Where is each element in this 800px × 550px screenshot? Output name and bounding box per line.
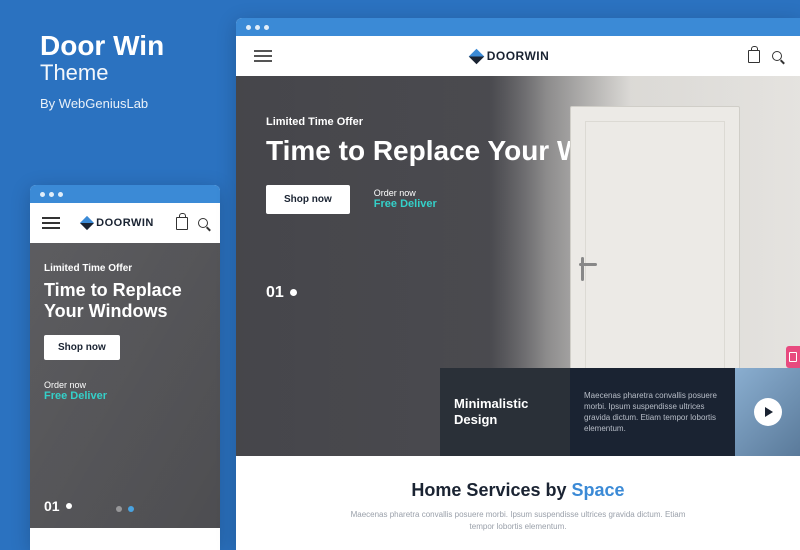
order-label: Order now (374, 188, 437, 198)
feature-title: Minimalistic Design (440, 368, 570, 456)
free-deliver-label: Free Deliver (374, 198, 437, 210)
desktop-preview: DOORWIN Limited Time Offer Time to Repla… (236, 18, 800, 550)
counter-dot-icon (66, 503, 72, 509)
door-handle-icon (581, 257, 584, 281)
window-dot (40, 192, 45, 197)
search-icon[interactable] (198, 218, 208, 228)
window-dot (58, 192, 63, 197)
desktop-hero: Limited Time Offer Time to Replace Your … (236, 76, 800, 456)
shop-now-button[interactable]: Shop now (266, 185, 350, 214)
window-dot (246, 25, 251, 30)
logo-mark-icon (468, 48, 484, 64)
logo[interactable]: DOORWIN (471, 49, 550, 63)
feature-strip: Minimalistic Design Maecenas pharetra co… (440, 368, 800, 456)
feature-video-thumb[interactable] (735, 368, 800, 456)
slide-counter: 01 (44, 498, 72, 514)
hamburger-icon[interactable] (42, 214, 60, 232)
offer-label: Limited Time Offer (44, 263, 206, 274)
play-icon[interactable] (754, 398, 782, 426)
bag-icon[interactable] (748, 50, 760, 63)
side-badge-icon[interactable] (786, 346, 800, 368)
theme-subtitle: Theme (40, 60, 164, 86)
slider-dots (116, 506, 134, 512)
mobile-hero: Limited Time Offer Time to Replace Your … (30, 243, 220, 528)
services-subtext: Maecenas pharetra convallis posuere morb… (338, 509, 698, 533)
bag-icon[interactable] (176, 217, 188, 230)
services-heading-accent: Space (572, 480, 625, 500)
desktop-browser-bar (236, 18, 800, 36)
logo-mark-icon (80, 216, 94, 230)
counter-number: 01 (266, 284, 284, 302)
desktop-header-actions (748, 50, 782, 63)
search-icon[interactable] (772, 51, 782, 61)
mobile-header-actions (176, 217, 208, 230)
order-label: Order now (44, 380, 206, 390)
services-heading: Home Services by Space (276, 480, 760, 501)
counter-number: 01 (44, 498, 60, 514)
hero-headline: Time to Replace Your Windows (44, 280, 206, 321)
theme-author: By WebGeniusLab (40, 96, 164, 111)
theme-info: Door Win Theme By WebGeniusLab (40, 30, 164, 111)
order-block: Order now Free Deliver (374, 188, 437, 210)
free-deliver-label: Free Deliver (44, 390, 206, 402)
window-dot (49, 192, 54, 197)
theme-title: Door Win (40, 30, 164, 62)
mobile-browser-bar (30, 185, 220, 203)
logo-text: DOORWIN (96, 217, 154, 229)
window-dot (264, 25, 269, 30)
hamburger-icon[interactable] (254, 47, 272, 65)
services-heading-a: Home Services by (411, 480, 571, 500)
desktop-header: DOORWIN (236, 36, 800, 76)
feature-description: Maecenas pharetra convallis posuere morb… (570, 368, 735, 456)
mobile-header: DOORWIN (30, 203, 220, 243)
logo[interactable]: DOORWIN (82, 217, 154, 229)
slider-dot-active[interactable] (128, 506, 134, 512)
slider-dot[interactable] (116, 506, 122, 512)
window-dot (255, 25, 260, 30)
shop-now-button[interactable]: Shop now (44, 335, 120, 360)
services-section: Home Services by Space Maecenas pharetra… (236, 456, 800, 550)
logo-text: DOORWIN (487, 49, 550, 63)
mobile-preview: DOORWIN Limited Time Offer Time to Repla… (30, 185, 220, 550)
counter-dot-icon (290, 289, 297, 296)
